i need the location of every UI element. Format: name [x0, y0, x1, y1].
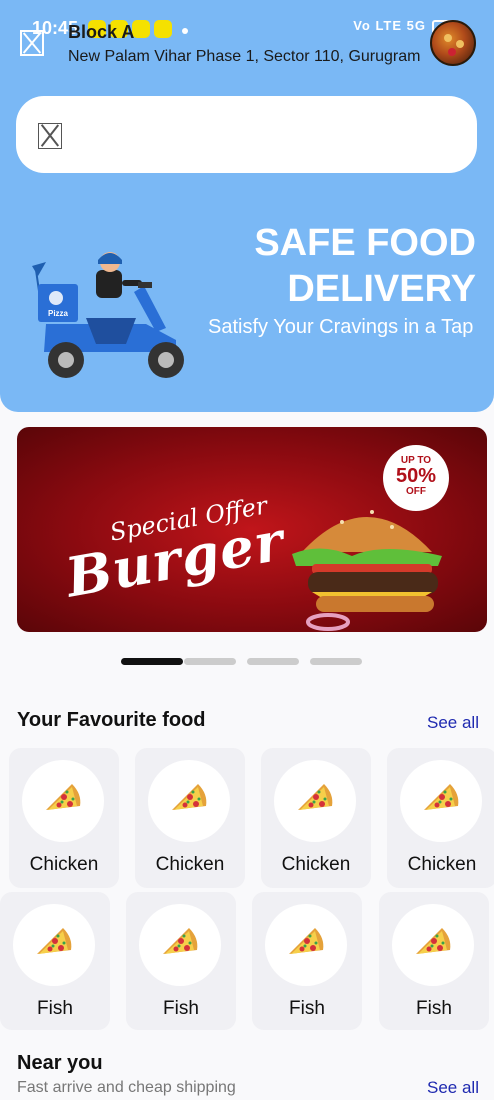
snapchat-notification-icon: [132, 20, 150, 38]
food-category-card[interactable]: Chicken: [261, 748, 371, 888]
hero-subtitle: Satisfy Your Cravings in a Tap: [208, 316, 474, 338]
carousel-dot[interactable]: [247, 658, 299, 665]
notification-dot-icon: [182, 28, 188, 34]
food-category-label: Chicken: [29, 854, 99, 875]
food-category-label: Chicken: [155, 854, 225, 875]
close-icon[interactable]: [20, 30, 44, 56]
food-category-label: Chicken: [407, 854, 477, 875]
carousel-dot[interactable]: [310, 658, 362, 665]
pizza-slice-icon: [392, 904, 474, 986]
location-title[interactable]: Block A: [68, 22, 134, 43]
avatar[interactable]: [430, 20, 476, 66]
food-category-card[interactable]: Fish: [252, 892, 362, 1030]
near-you-title: Near you: [17, 1052, 103, 1074]
near-you-see-all-link[interactable]: See all: [427, 1078, 479, 1098]
carousel-indicator: [121, 658, 381, 666]
carousel-dot[interactable]: [121, 658, 183, 665]
food-category-card[interactable]: Fish: [0, 892, 110, 1030]
food-category-card[interactable]: Chicken: [135, 748, 245, 888]
location-address[interactable]: New Palam Vihar Phase 1, Sector 110, Gur…: [68, 48, 420, 66]
food-category-label: Chicken: [281, 854, 351, 875]
search-icon: [38, 123, 62, 149]
food-category-label: Fish: [37, 998, 73, 1019]
badge-bottom-text: OFF: [406, 486, 426, 497]
pizza-slice-icon: [400, 760, 482, 842]
pizza-slice-icon: [274, 760, 356, 842]
app-screen: 10:45 Vo LTE 5G 16 Block A New Palam Vih…: [0, 0, 494, 1100]
food-category-card[interactable]: Fish: [379, 892, 489, 1030]
pizza-slice-icon: [148, 760, 230, 842]
near-you-subtitle: Fast arrive and cheap shipping: [17, 1079, 236, 1096]
scooter-box-label: Pizza: [48, 309, 69, 318]
promo-banner[interactable]: Special Offer Burger UP TO 50% OFF: [17, 427, 487, 632]
discount-badge: UP TO 50% OFF: [383, 445, 449, 511]
food-category-label: Fish: [416, 998, 452, 1019]
food-category-card[interactable]: Fish: [126, 892, 236, 1030]
search-input[interactable]: [76, 116, 456, 154]
pizza-slice-icon: [13, 904, 95, 986]
favourites-title: Your Favourite food: [17, 709, 206, 731]
carousel-dot[interactable]: [184, 658, 236, 665]
delivery-scooter-illustration: Pizza: [32, 252, 184, 378]
search-bar[interactable]: [16, 96, 477, 173]
network-status: Vo LTE 5G: [353, 18, 426, 33]
food-category-card[interactable]: Chicken: [9, 748, 119, 888]
hero-section: 10:45 Vo LTE 5G 16 Block A New Palam Vih…: [0, 0, 494, 412]
food-category-card[interactable]: Chicken: [387, 748, 494, 888]
pizza-slice-icon: [265, 904, 347, 986]
hero-title: SAFE FOOD DELIVERY: [254, 222, 476, 310]
snapchat-notification-icon: [154, 20, 172, 38]
food-category-label: Fish: [289, 998, 325, 1019]
pizza-slice-icon: [139, 904, 221, 986]
badge-value-text: 50%: [395, 465, 437, 487]
pizza-slice-icon: [22, 760, 104, 842]
food-category-label: Fish: [163, 998, 199, 1019]
favourites-see-all-link[interactable]: See all: [427, 713, 479, 733]
